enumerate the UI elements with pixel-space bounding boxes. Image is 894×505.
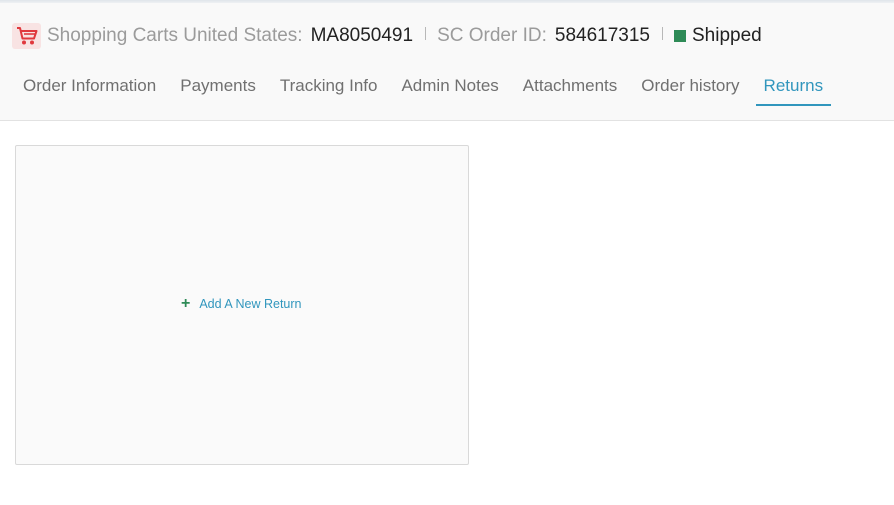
order-title-row: Shopping Carts United States: MA8050491 … xyxy=(12,23,762,49)
order-status: Shipped xyxy=(691,25,762,46)
tab-tracking-info[interactable]: Tracking Info xyxy=(268,73,390,106)
tab-admin-notes[interactable]: Admin Notes xyxy=(389,73,510,106)
order-id-value: 584617315 xyxy=(554,25,650,46)
title-separator xyxy=(425,26,427,40)
store-label: Shopping Carts United States: xyxy=(47,25,303,46)
status-indicator-icon xyxy=(673,30,686,42)
tab-order-information[interactable]: Order Information xyxy=(11,73,168,106)
returns-panel: + Add A New Return xyxy=(15,145,469,465)
tab-attachments[interactable]: Attachments xyxy=(511,73,630,106)
add-new-return-label: Add A New Return xyxy=(199,297,302,311)
shopping-cart-icon xyxy=(12,23,41,49)
tab-returns[interactable]: Returns xyxy=(755,73,832,106)
tab-order-history[interactable]: Order history xyxy=(629,73,751,106)
store-value: MA8050491 xyxy=(310,25,414,46)
order-id-label: SC Order ID: xyxy=(437,25,547,46)
order-tabs: Order Information Payments Tracking Info… xyxy=(11,73,832,106)
title-separator xyxy=(661,26,663,40)
order-header: Shopping Carts United States: MA8050491 … xyxy=(0,3,894,121)
tab-payments[interactable]: Payments xyxy=(168,73,268,106)
plus-icon: + xyxy=(181,295,191,312)
add-new-return-button[interactable]: + Add A New Return xyxy=(181,296,302,312)
